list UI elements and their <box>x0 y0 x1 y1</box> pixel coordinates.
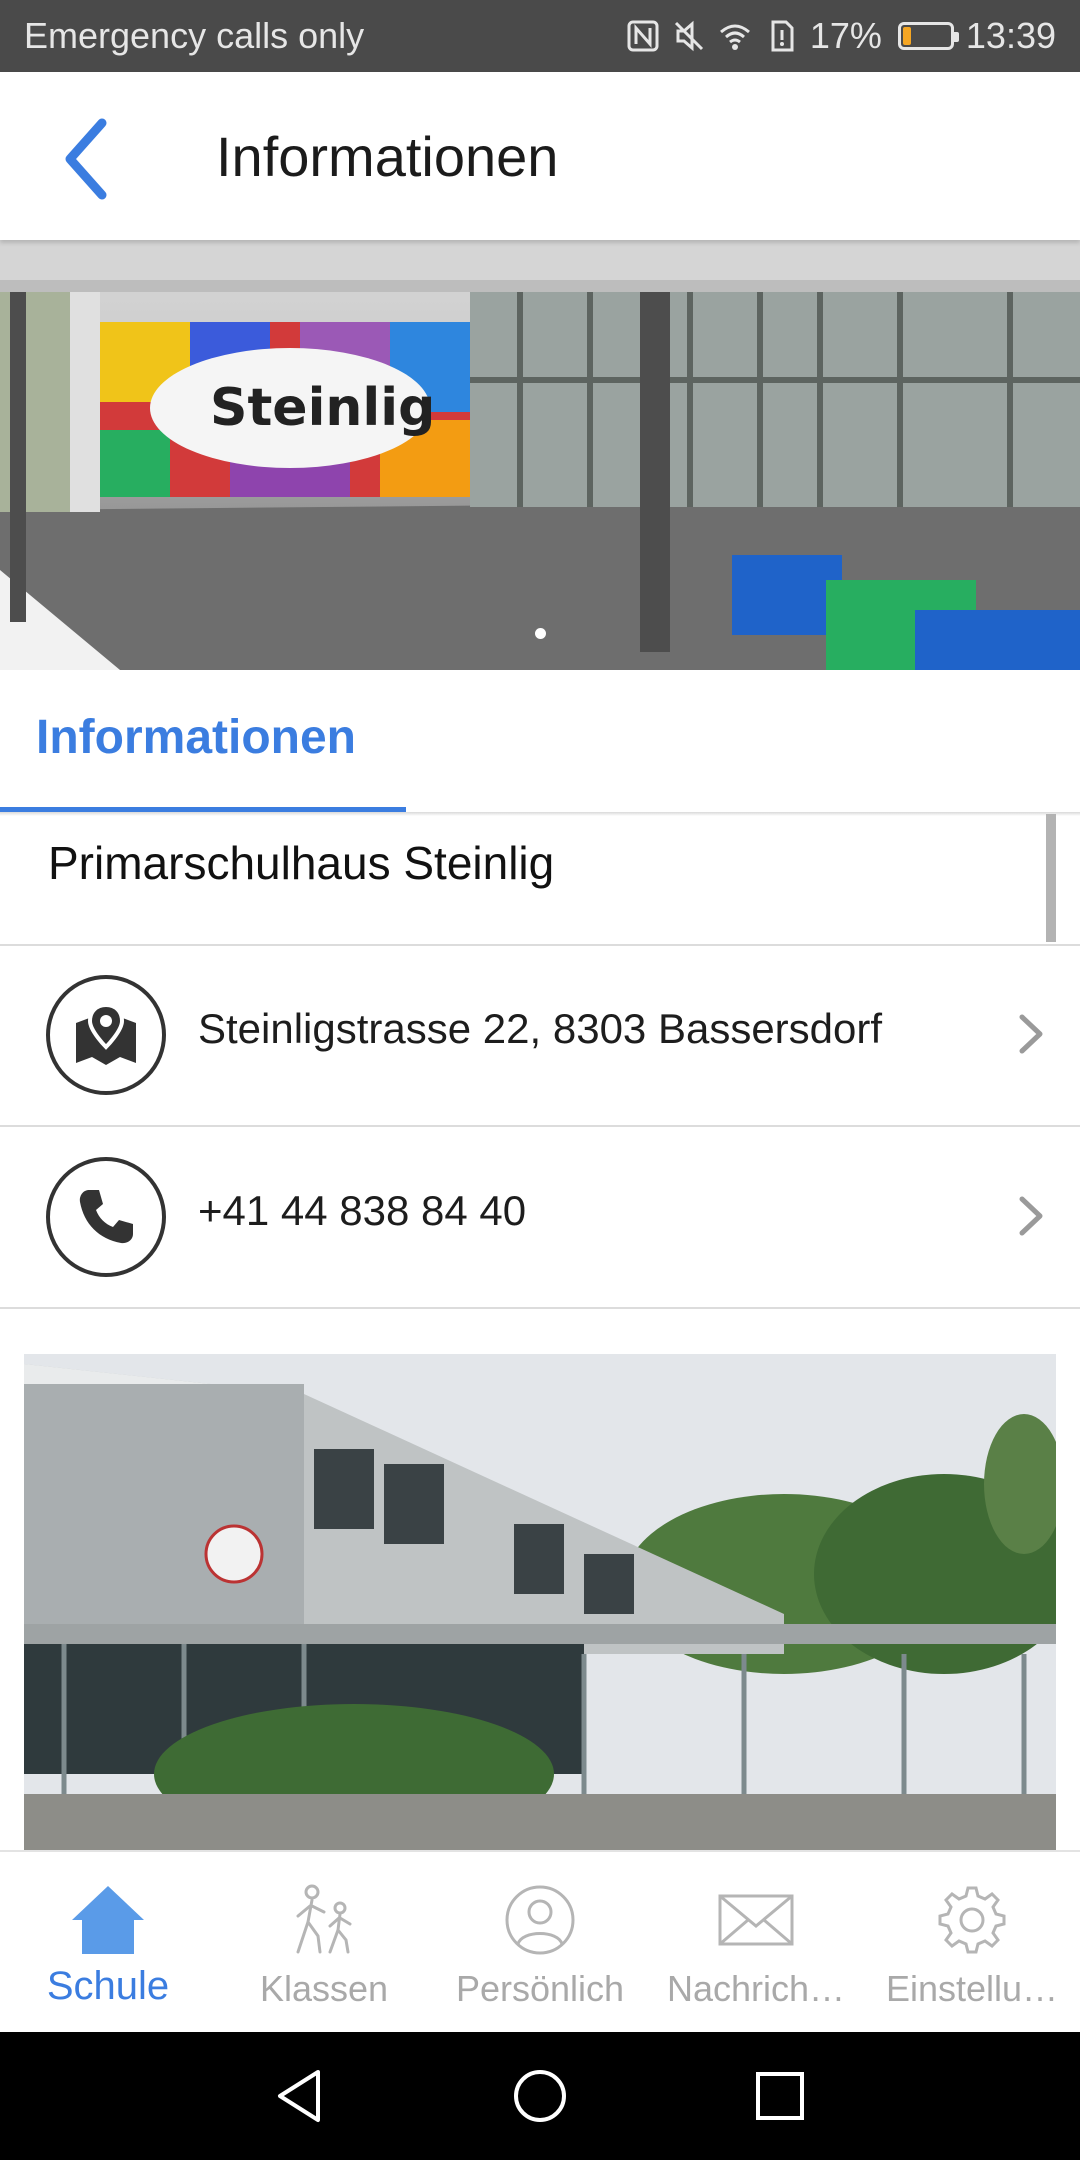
phone-text: +41 44 838 84 40 <box>198 1187 527 1234</box>
chevron-right-icon <box>1019 1014 1043 1054</box>
phone-row[interactable]: +41 44 838 84 40 <box>0 1127 1080 1309</box>
recents-square-icon[interactable] <box>748 2064 812 2128</box>
address-row[interactable]: Steinligstrasse 22, 8303 Bassersdorf <box>0 945 1080 1127</box>
nav-label-nachrichten: Nachrich… <box>666 1968 846 2009</box>
nav-label-schule: Schule <box>46 1964 170 2008</box>
clock: 13:39 <box>965 15 1056 56</box>
nav-klassen[interactable]: Klassen <box>216 1852 432 2034</box>
map-pin-icon <box>46 975 166 1095</box>
nav-label-klassen: Klassen <box>259 1968 389 2009</box>
battery-fill <box>902 27 911 45</box>
nav-einstellungen[interactable]: Einstellu… <box>864 1852 1080 2034</box>
chevron-left-icon <box>65 118 107 200</box>
nav-persoenlich[interactable]: Persönlich <box>432 1852 648 2034</box>
address-text: Steinligstrasse 22, 8303 Bassersdorf <box>198 1005 883 1052</box>
battery-text: 17% <box>809 15 882 56</box>
back-triangle-icon[interactable] <box>268 2064 332 2128</box>
phone-icon <box>46 1157 166 1277</box>
school-name-row: Primarschulhaus Steinlig <box>0 814 1080 946</box>
sim-icon <box>771 20 794 52</box>
home-icon <box>66 1880 150 1960</box>
school-name: Primarschulhaus Steinlig <box>48 837 555 889</box>
school-entrance-photo: Steinlig <box>0 240 1080 670</box>
tab-informationen[interactable]: Informationen <box>36 710 356 765</box>
mural-text: Steinlig <box>210 378 435 438</box>
status-bar: Emergency calls only 17% 13:39 <box>0 0 1080 72</box>
nav-nachrichten[interactable]: Nachrich… <box>648 1852 864 2034</box>
envelope-icon <box>714 1880 798 1960</box>
gear-icon <box>930 1880 1014 1960</box>
nav-label-persoenlich: Persönlich <box>455 1968 625 2009</box>
wifi-icon <box>719 24 750 50</box>
battery-icon <box>897 22 959 50</box>
carousel-dot[interactable] <box>535 628 546 639</box>
hero-image[interactable]: Steinlig <box>0 240 1080 670</box>
walking-people-icon <box>282 1880 366 1960</box>
nav-schule[interactable]: Schule <box>0 1852 216 2034</box>
system-navigation-bar <box>0 2032 1080 2160</box>
app-bar: Informationen <box>0 72 1080 240</box>
carrier-text: Emergency calls only <box>24 15 365 56</box>
nav-label-einstellungen: Einstellu… <box>885 1968 1059 2009</box>
person-icon <box>498 1880 582 1960</box>
chevron-right-icon <box>1019 1196 1043 1236</box>
nfc-icon <box>627 20 659 52</box>
home-circle-icon[interactable] <box>508 2064 572 2128</box>
bottom-navigation: Schule Klassen Persönlich Nachrich… Eins… <box>0 1850 1080 2034</box>
status-icons: 17% 13:39 <box>626 15 1056 57</box>
scrollbar[interactable] <box>1046 814 1056 942</box>
back-button[interactable] <box>50 114 120 204</box>
page-title: Informationen <box>216 125 559 188</box>
school-building-photo <box>24 1354 1056 1850</box>
mute-icon <box>674 20 703 52</box>
tab-bar: Informationen <box>0 670 1080 814</box>
